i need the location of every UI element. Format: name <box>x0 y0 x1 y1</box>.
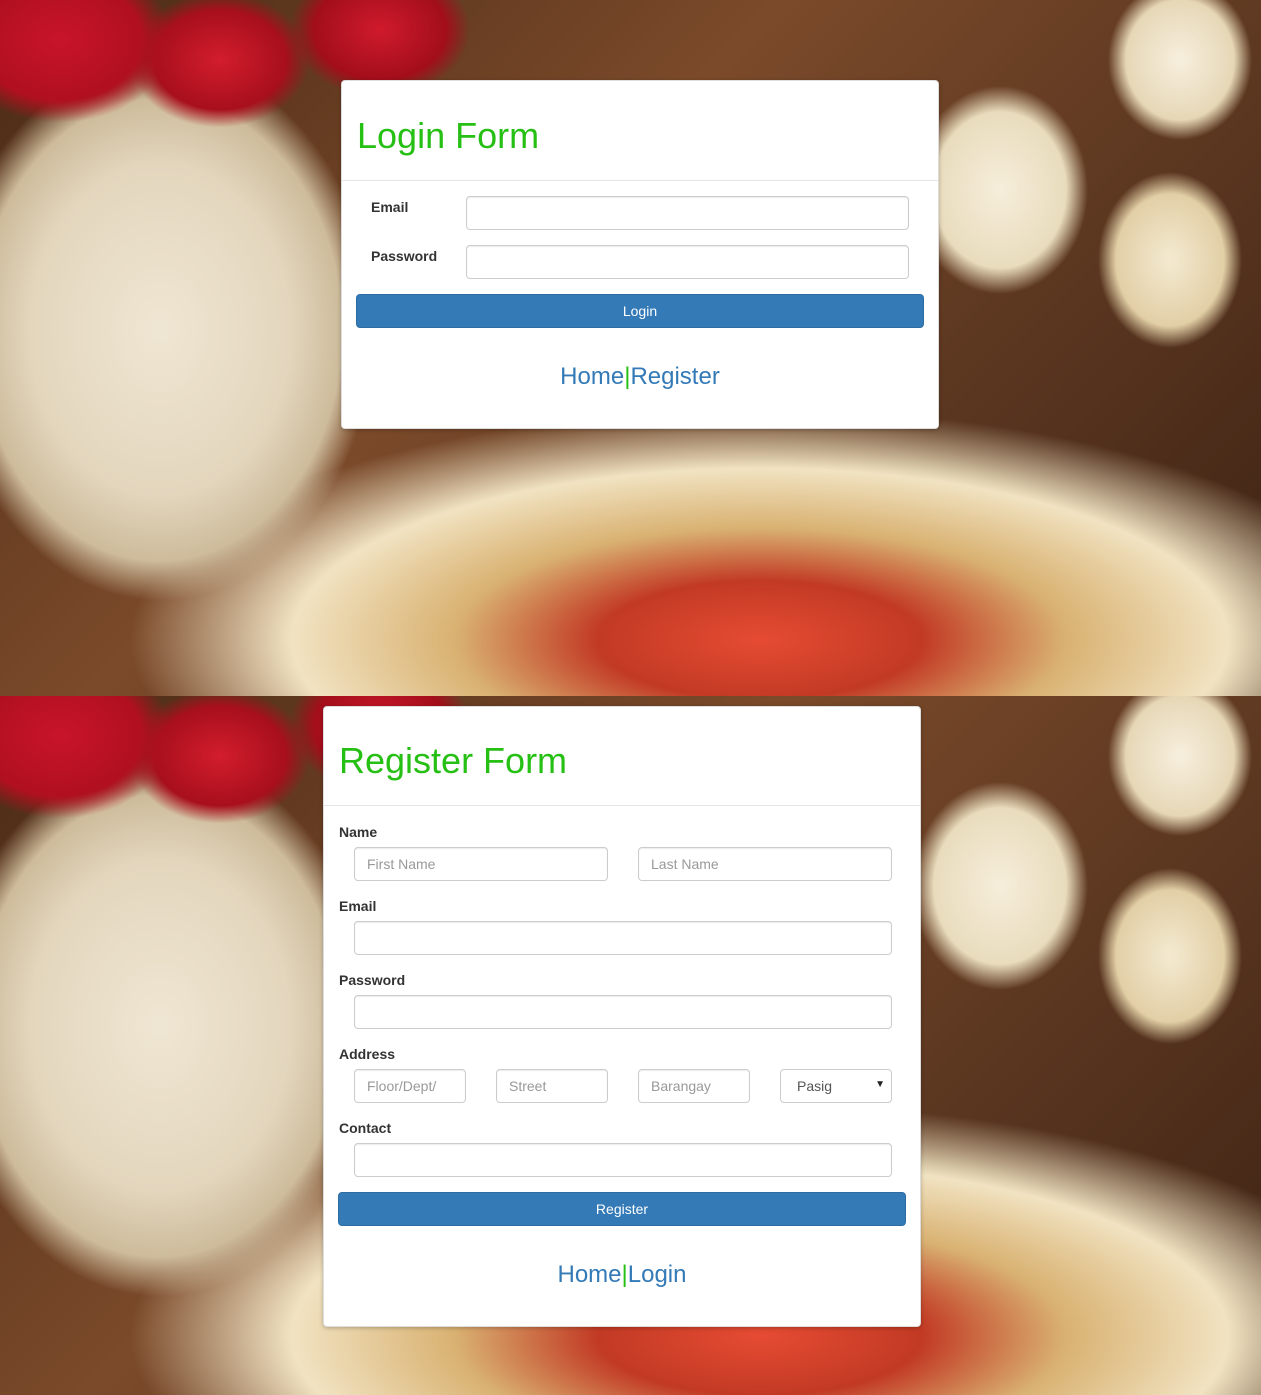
contact-label: Contact <box>339 1120 392 1136</box>
login-card-header: Login Form <box>342 81 938 181</box>
login-card: Login Form Email Password Login Home|Reg… <box>341 80 939 429</box>
register-button[interactable]: Register <box>338 1192 906 1226</box>
login-email-label: Email <box>371 199 409 215</box>
register-link[interactable]: Register <box>630 363 719 390</box>
barangay-input[interactable] <box>638 1069 750 1103</box>
name-label: Name <box>339 824 378 840</box>
city-select[interactable]: Pasig ▼ <box>780 1069 892 1103</box>
login-nav-links: Home|Register <box>342 365 938 389</box>
register-password-input[interactable] <box>354 995 892 1029</box>
register-title: Register Form <box>339 740 568 781</box>
home-link[interactable]: Home <box>558 1261 622 1288</box>
register-password-label: Password <box>339 972 406 988</box>
register-card-header: Register Form <box>324 707 920 806</box>
chevron-down-icon: ▼ <box>875 1079 885 1090</box>
login-email-input[interactable] <box>466 196 909 230</box>
address-label: Address <box>339 1046 396 1062</box>
register-nav-links: Home|Login <box>324 1263 920 1287</box>
floor-dept-input[interactable] <box>354 1069 466 1103</box>
register-card: Register Form Name Email Password Addres… <box>323 706 921 1327</box>
contact-input[interactable] <box>354 1143 892 1177</box>
login-password-label: Password <box>371 248 438 264</box>
login-title: Login Form <box>357 115 540 156</box>
street-input[interactable] <box>496 1069 608 1103</box>
register-email-input[interactable] <box>354 921 892 955</box>
login-password-input[interactable] <box>466 245 909 279</box>
city-select-value: Pasig <box>797 1078 833 1094</box>
last-name-input[interactable] <box>638 847 892 881</box>
register-email-label: Email <box>339 898 377 914</box>
home-link[interactable]: Home <box>560 363 624 390</box>
first-name-input[interactable] <box>354 847 608 881</box>
login-link[interactable]: Login <box>628 1261 687 1288</box>
login-button[interactable]: Login <box>356 294 924 328</box>
